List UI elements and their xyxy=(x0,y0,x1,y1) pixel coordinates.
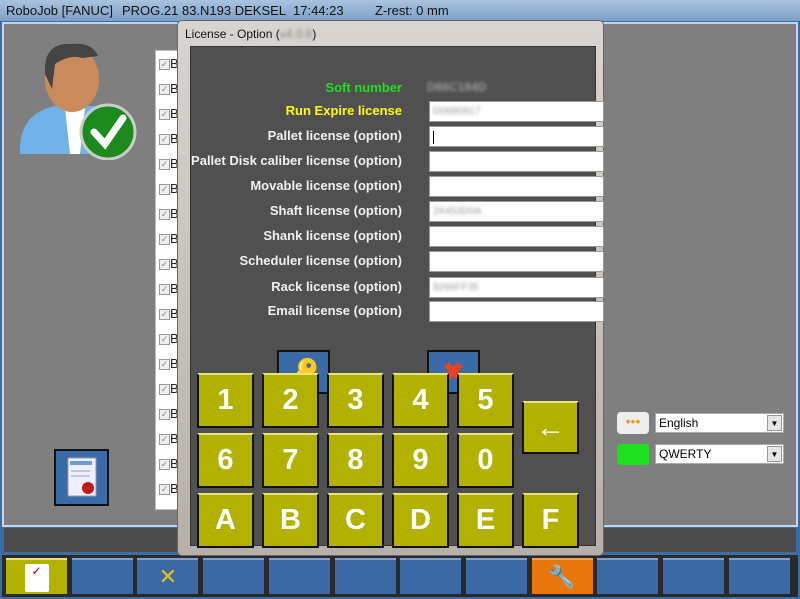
taskbar-button[interactable]: ✕ xyxy=(137,558,199,594)
key-8[interactable]: 8 xyxy=(327,433,384,488)
license-input[interactable] xyxy=(429,126,604,147)
language-select[interactable]: English ▼ xyxy=(655,413,784,433)
key-6[interactable]: 6 xyxy=(197,433,254,488)
key-D[interactable]: D xyxy=(392,493,449,548)
license-value: 8266FF35 xyxy=(433,282,479,293)
field-label: Movable license (option) xyxy=(250,178,402,193)
taskbar-button[interactable] xyxy=(465,558,527,594)
license-input[interactable] xyxy=(429,176,604,197)
keyboard-layout-select[interactable]: QWERTY ▼ xyxy=(655,444,784,464)
bottom-taskbar: ✓ ✕ 🔧 xyxy=(2,555,798,597)
checkbox[interactable]: ✓ xyxy=(159,434,170,446)
soft-number-value: D86C184D xyxy=(427,80,487,94)
tools-icon: ✕ xyxy=(158,564,178,589)
checkbox[interactable]: ✓ xyxy=(159,109,170,121)
field-label: Shank license (option) xyxy=(263,228,402,243)
language-chat-icon: ••• xyxy=(617,412,649,434)
taskbar-button[interactable] xyxy=(268,558,330,594)
license-input[interactable] xyxy=(429,151,604,172)
chevron-down-icon[interactable]: ▼ xyxy=(767,415,782,431)
checkbox[interactable]: ✓ xyxy=(159,159,170,171)
checkbox[interactable]: ✓ xyxy=(159,459,170,471)
text-cursor xyxy=(433,131,434,144)
field-label: Pallet license (option) xyxy=(267,128,402,143)
certificate-icon xyxy=(67,457,97,497)
checkbox[interactable]: ✓ xyxy=(159,59,170,71)
app-title: RoboJob [FANUC] xyxy=(6,3,113,18)
field-label: Shaft license (option) xyxy=(269,203,402,218)
key-5[interactable]: 5 xyxy=(457,373,514,428)
license-input[interactable] xyxy=(429,301,604,322)
keyboard-layout-value: QWERTY xyxy=(659,447,712,461)
taskbar-button[interactable] xyxy=(597,558,659,594)
key-A[interactable]: A xyxy=(197,493,254,548)
language-value: English xyxy=(659,416,699,430)
key-B[interactable]: B xyxy=(262,493,319,548)
checkbox[interactable]: ✓ xyxy=(159,284,170,296)
taskbar-button[interactable] xyxy=(203,558,265,594)
wrench-screwdriver-icon: 🔧 xyxy=(548,564,576,589)
taskbar-button[interactable] xyxy=(728,558,790,594)
license-input[interactable] xyxy=(429,226,604,247)
checkbox[interactable]: ✓ xyxy=(159,334,170,346)
taskbar-button[interactable] xyxy=(334,558,396,594)
checkbox[interactable]: ✓ xyxy=(159,359,170,371)
field-label: Run Expire license xyxy=(285,103,402,118)
field-label: Pallet Disk caliber license (option) xyxy=(191,153,402,168)
checkbox[interactable]: ✓ xyxy=(159,209,170,221)
checkbox[interactable]: ✓ xyxy=(159,184,170,196)
dialog-body: Soft number D86C184D Run Expire license D… xyxy=(190,46,604,548)
checkbox[interactable]: ✓ xyxy=(159,134,170,146)
key-F[interactable]: F xyxy=(522,493,579,548)
key-E[interactable]: E xyxy=(457,493,514,548)
key-7[interactable]: 7 xyxy=(262,433,319,488)
taskbar-button[interactable] xyxy=(400,558,462,594)
field-label: Rack license (option) xyxy=(271,279,402,294)
checkbox[interactable]: ✓ xyxy=(159,384,170,396)
z-rest: Z-rest: 0 mm xyxy=(375,3,449,18)
license-input[interactable] xyxy=(429,251,604,272)
checkbox[interactable]: ✓ xyxy=(159,234,170,246)
checkbox[interactable]: ✓ xyxy=(159,409,170,421)
taskbar-button[interactable] xyxy=(71,558,133,594)
license-input[interactable]: 8266FF35 xyxy=(429,277,604,298)
chevron-down-icon[interactable]: ▼ xyxy=(767,446,782,462)
checkbox[interactable]: ✓ xyxy=(159,484,170,496)
key-1[interactable]: 1 xyxy=(197,373,254,428)
license-input[interactable]: 2A453D0A xyxy=(429,201,604,222)
taskbar-button[interactable]: ✓ xyxy=(6,558,67,594)
license-input[interactable]: D06B0917 xyxy=(429,101,604,122)
soft-number-label: Soft number xyxy=(325,80,402,95)
dialog-title: License - Option (v4.0.6) xyxy=(185,27,317,41)
program-name: PROG.21 83.N193 DEKSEL xyxy=(122,3,287,18)
license-value: D06B0917 xyxy=(433,106,481,117)
certificate-button[interactable] xyxy=(54,449,109,506)
license-dialog: License - Option (v4.0.6) Soft number D8… xyxy=(177,20,604,556)
keyboard-icon xyxy=(617,444,649,465)
version: v4.0.6 xyxy=(279,27,313,41)
key-9[interactable]: 9 xyxy=(392,433,449,488)
key-C[interactable]: C xyxy=(327,493,384,548)
clock: 17:44:23 xyxy=(293,3,344,18)
backspace-key[interactable]: ← xyxy=(522,401,579,454)
field-label: Scheduler license (option) xyxy=(239,253,402,268)
field-label: Email license (option) xyxy=(267,303,402,318)
taskbar-button[interactable] xyxy=(663,558,724,594)
checklist-icon: ✓ xyxy=(24,564,49,592)
taskbar-button[interactable]: 🔧 xyxy=(531,558,593,594)
checkbox[interactable]: ✓ xyxy=(159,84,170,96)
key-0[interactable]: 0 xyxy=(457,433,514,488)
checkbox[interactable]: ✓ xyxy=(159,259,170,271)
top-status-bar: RoboJob [FANUC] PROG.21 83.N193 DEKSEL 1… xyxy=(0,0,800,21)
key-3[interactable]: 3 xyxy=(327,373,384,428)
key-4[interactable]: 4 xyxy=(392,373,449,428)
key-2[interactable]: 2 xyxy=(262,373,319,428)
user-check-icon[interactable] xyxy=(10,34,138,160)
license-value: 2A453D0A xyxy=(433,206,482,217)
checkbox[interactable]: ✓ xyxy=(159,309,170,321)
